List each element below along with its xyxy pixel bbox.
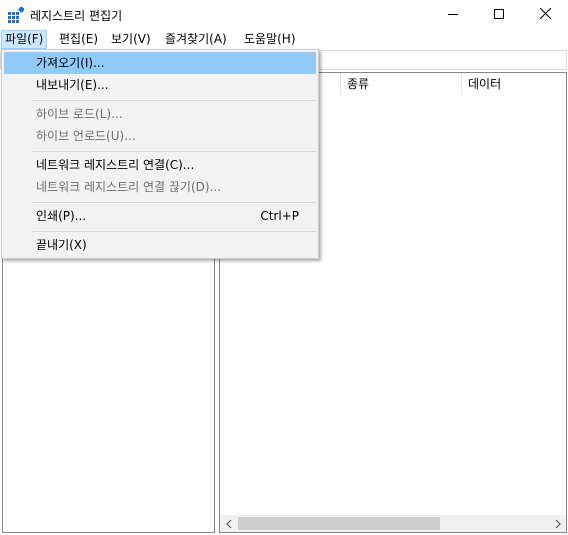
maximize-button[interactable] [476, 0, 522, 30]
menu-item-connect-network-registry[interactable]: 네트워크 레지스트리 연결(C)... [4, 154, 316, 176]
scrollbar-thumb[interactable] [238, 517, 440, 530]
scroll-left-arrow-icon[interactable] [220, 515, 237, 532]
menu-separator [32, 231, 316, 232]
minimize-icon [448, 8, 458, 22]
menu-item-unload-hive: 하이브 언로드(U)... [36, 129, 136, 143]
close-icon [539, 7, 551, 22]
menu-edit[interactable]: 편집(E) [56, 30, 101, 49]
menu-item-print-label: 인쇄(P)... [36, 209, 87, 223]
file-menu-dropdown: 가져오기(I)... 내보내기(E)... 하이브 로드(L)... 하이브 언… [1, 49, 319, 259]
window-title: 레지스트리 편집기 [30, 9, 123, 23]
menu-separator [32, 202, 316, 203]
menu-favorites[interactable]: 즐겨찾기(A) [162, 30, 230, 49]
menu-item-disconnect-network-registry: 네트워크 레지스트리 연결 끊기(D)... [36, 180, 222, 194]
registry-editor-icon [8, 5, 26, 23]
maximize-icon [494, 8, 504, 22]
print-shortcut: Ctrl+P [260, 209, 299, 223]
close-button[interactable] [522, 0, 568, 30]
menu-separator [32, 100, 316, 101]
menu-help[interactable]: 도움말(H) [241, 30, 299, 49]
minimize-button[interactable] [430, 0, 476, 30]
menu-file[interactable]: 파일(F) [1, 30, 48, 49]
menu-item-print[interactable]: 인쇄(P)... Ctrl+P [4, 205, 316, 227]
menu-bar: 파일(F) 편집(E) 보기(V) 즐겨찾기(A) 도움말(H) [0, 30, 568, 49]
column-header-data[interactable]: 데이터 [462, 73, 566, 95]
horizontal-scrollbar[interactable] [220, 515, 566, 532]
menu-item-exit[interactable]: 끝내기(X) [4, 234, 316, 256]
menu-view[interactable]: 보기(V) [108, 30, 154, 49]
menu-item-load-hive: 하이브 로드(L)... [36, 107, 123, 121]
menu-item-export[interactable]: 내보내기(E)... [4, 74, 316, 96]
menu-item-import[interactable]: 가져오기(I)... [4, 52, 316, 74]
column-header-type[interactable]: 종류 [341, 73, 462, 95]
scroll-right-arrow-icon[interactable] [549, 515, 566, 532]
title-bar: 레지스트리 편집기 [0, 0, 568, 30]
menu-separator [32, 151, 316, 152]
